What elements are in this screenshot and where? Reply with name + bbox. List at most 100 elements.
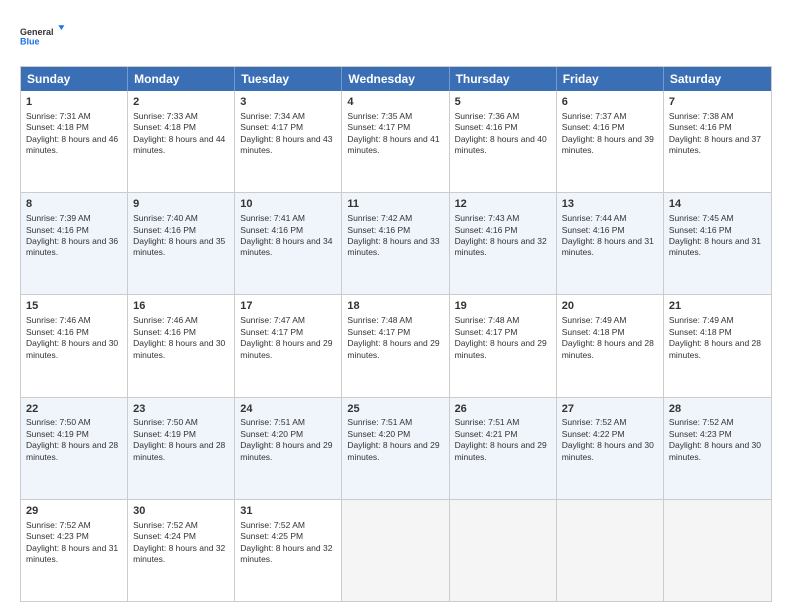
table-row: 22Sunrise: 7:50 AMSunset: 4:19 PMDayligh… xyxy=(21,398,128,499)
calendar-week-4: 22Sunrise: 7:50 AMSunset: 4:19 PMDayligh… xyxy=(21,398,771,500)
daylight-text: Daylight: 8 hours and 28 minutes. xyxy=(562,338,654,359)
day-number: 27 xyxy=(562,402,658,417)
sunset-text: Sunset: 4:22 PM xyxy=(562,429,625,439)
table-row: 21Sunrise: 7:49 AMSunset: 4:18 PMDayligh… xyxy=(664,295,771,396)
daylight-text: Daylight: 8 hours and 34 minutes. xyxy=(240,236,332,257)
table-row: 24Sunrise: 7:51 AMSunset: 4:20 PMDayligh… xyxy=(235,398,342,499)
sunset-text: Sunset: 4:20 PM xyxy=(347,429,410,439)
table-row xyxy=(664,500,771,601)
table-row: 7Sunrise: 7:38 AMSunset: 4:16 PMDaylight… xyxy=(664,91,771,192)
calendar-week-2: 8Sunrise: 7:39 AMSunset: 4:16 PMDaylight… xyxy=(21,193,771,295)
calendar-week-1: 1Sunrise: 7:31 AMSunset: 4:18 PMDaylight… xyxy=(21,91,771,193)
daylight-text: Daylight: 8 hours and 36 minutes. xyxy=(26,236,118,257)
day-number: 26 xyxy=(455,402,551,417)
sunrise-text: Sunrise: 7:49 AM xyxy=(562,315,627,325)
table-row: 29Sunrise: 7:52 AMSunset: 4:23 PMDayligh… xyxy=(21,500,128,601)
sunset-text: Sunset: 4:18 PM xyxy=(669,327,732,337)
sunrise-text: Sunrise: 7:49 AM xyxy=(669,315,734,325)
daylight-text: Daylight: 8 hours and 39 minutes. xyxy=(562,134,654,155)
daylight-text: Daylight: 8 hours and 28 minutes. xyxy=(26,440,118,461)
table-row: 20Sunrise: 7:49 AM Sunset: 4:18 PMDayligh… xyxy=(557,295,664,396)
sunrise-text: Sunrise: 7:51 AM xyxy=(347,417,412,427)
daylight-text: Daylight: 8 hours and 29 minutes. xyxy=(240,338,332,359)
sunset-text: Sunset: 4:17 PM xyxy=(455,327,518,337)
table-row: 15Sunrise: 7:46 AMSunset: 4:16 PMDayligh… xyxy=(21,295,128,396)
table-row: 11Sunrise: 7:42 AMSunset: 4:16 PMDayligh… xyxy=(342,193,449,294)
table-row: 31Sunrise: 7:52 AMSunset: 4:25 PMDayligh… xyxy=(235,500,342,601)
table-row: 8Sunrise: 7:39 AMSunset: 4:16 PMDaylight… xyxy=(21,193,128,294)
sunrise-text: Sunrise: 7:48 AM xyxy=(347,315,412,325)
daylight-text: Daylight: 8 hours and 31 minutes. xyxy=(26,543,118,564)
sunrise-text: Sunrise: 7:50 AM xyxy=(26,417,91,427)
sunset-text: Sunset: 4:16 PM xyxy=(133,327,196,337)
day-number: 9 xyxy=(133,197,229,212)
daylight-text: Daylight: 8 hours and 37 minutes. xyxy=(669,134,761,155)
sunrise-text: Sunrise: 7:52 AM xyxy=(133,520,198,530)
daylight-text: Daylight: 8 hours and 31 minutes. xyxy=(562,236,654,257)
daylight-text: Daylight: 8 hours and 44 minutes. xyxy=(133,134,225,155)
sunrise-text: Sunrise: 7:47 AM xyxy=(240,315,305,325)
header-tuesday: Tuesday xyxy=(235,67,342,91)
sunrise-text: Sunrise: 7:43 AM xyxy=(455,213,520,223)
daylight-text: Daylight: 8 hours and 35 minutes. xyxy=(133,236,225,257)
table-row: 5Sunrise: 7:36 AMSunset: 4:16 PMDaylight… xyxy=(450,91,557,192)
sunrise-text: Sunrise: 7:31 AM xyxy=(26,111,91,121)
table-row xyxy=(450,500,557,601)
day-number: 29 xyxy=(26,504,122,519)
daylight-text: Daylight: 8 hours and 43 minutes. xyxy=(240,134,332,155)
table-row: 10Sunrise: 7:41 AMSunset: 4:16 PMDayligh… xyxy=(235,193,342,294)
table-row: 18Sunrise: 7:48 AM Sunset: 4:17 PMDayligh… xyxy=(342,295,449,396)
calendar-week-5: 29Sunrise: 7:52 AMSunset: 4:23 PMDayligh… xyxy=(21,500,771,601)
table-row: 17Sunrise: 7:47 AM Sunset: 4:17 PMDayligh… xyxy=(235,295,342,396)
sunset-text: Sunset: 4:18 PM xyxy=(562,327,625,337)
header-sunday: Sunday xyxy=(21,67,128,91)
day-number: 7 xyxy=(669,95,766,110)
daylight-text: Daylight: 8 hours and 29 minutes. xyxy=(347,338,439,359)
sunset-text: Sunset: 4:17 PM xyxy=(240,327,303,337)
sunset-text: Sunset: 4:18 PM xyxy=(133,122,196,132)
calendar: Sunday Monday Tuesday Wednesday Thursday… xyxy=(20,66,772,602)
sunrise-text: Sunrise: 7:45 AM xyxy=(669,213,734,223)
day-number: 2 xyxy=(133,95,229,110)
sunset-text: Sunset: 4:16 PM xyxy=(669,225,732,235)
table-row: 1Sunrise: 7:31 AMSunset: 4:18 PMDaylight… xyxy=(21,91,128,192)
header-saturday: Saturday xyxy=(664,67,771,91)
daylight-text: Daylight: 8 hours and 33 minutes. xyxy=(347,236,439,257)
day-number: 11 xyxy=(347,197,443,212)
calendar-page: General Blue Sunday Monday Tuesday Wedne… xyxy=(0,0,792,612)
sunrise-text: Sunrise: 7:52 AM xyxy=(562,417,627,427)
logo: General Blue xyxy=(20,16,68,56)
sunrise-text: Sunrise: 7:44 AM xyxy=(562,213,627,223)
table-row: 13Sunrise: 7:44 AMSunset: 4:16 PMDayligh… xyxy=(557,193,664,294)
table-row: 2Sunrise: 7:33 AMSunset: 4:18 PMDaylight… xyxy=(128,91,235,192)
sunrise-text: Sunrise: 7:52 AM xyxy=(26,520,91,530)
calendar-week-3: 15Sunrise: 7:46 AMSunset: 4:16 PMDayligh… xyxy=(21,295,771,397)
sunset-text: Sunset: 4:25 PM xyxy=(240,531,303,541)
sunset-text: Sunset: 4:16 PM xyxy=(26,225,89,235)
table-row: 9Sunrise: 7:40 AMSunset: 4:16 PMDaylight… xyxy=(128,193,235,294)
sunset-text: Sunset: 4:17 PM xyxy=(347,327,410,337)
day-number: 17 xyxy=(240,299,336,314)
sunset-text: Sunset: 4:16 PM xyxy=(455,122,518,132)
sunset-text: Sunset: 4:21 PM xyxy=(455,429,518,439)
sunrise-text: Sunrise: 7:52 AM xyxy=(669,417,734,427)
sunrise-text: Sunrise: 7:38 AM xyxy=(669,111,734,121)
day-number: 3 xyxy=(240,95,336,110)
daylight-text: Daylight: 8 hours and 29 minutes. xyxy=(347,440,439,461)
daylight-text: Daylight: 8 hours and 41 minutes. xyxy=(347,134,439,155)
daylight-text: Daylight: 8 hours and 46 minutes. xyxy=(26,134,118,155)
daylight-text: Daylight: 8 hours and 32 minutes. xyxy=(455,236,547,257)
table-row: 3Sunrise: 7:34 AMSunset: 4:17 PMDaylight… xyxy=(235,91,342,192)
sunset-text: Sunset: 4:18 PM xyxy=(26,122,89,132)
day-number: 18 xyxy=(347,299,443,314)
table-row: 4Sunrise: 7:35 AMSunset: 4:17 PMDaylight… xyxy=(342,91,449,192)
header-monday: Monday xyxy=(128,67,235,91)
day-number: 20 xyxy=(562,299,658,314)
day-number: 4 xyxy=(347,95,443,110)
daylight-text: Daylight: 8 hours and 30 minutes. xyxy=(669,440,761,461)
sunset-text: Sunset: 4:16 PM xyxy=(133,225,196,235)
header-wednesday: Wednesday xyxy=(342,67,449,91)
day-number: 5 xyxy=(455,95,551,110)
day-number: 15 xyxy=(26,299,122,314)
sunset-text: Sunset: 4:20 PM xyxy=(240,429,303,439)
